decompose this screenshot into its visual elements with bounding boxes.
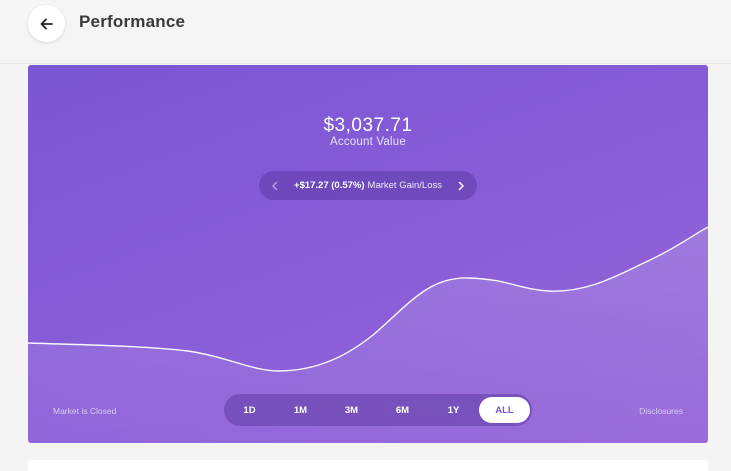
gain-label: Market Gain/Loss: [367, 180, 442, 191]
range-button-1d[interactable]: 1D: [224, 397, 275, 423]
market-status: Market is Closed: [53, 406, 117, 416]
range-button-3m[interactable]: 3M: [326, 397, 377, 423]
gain-amount: +$17.27 (0.57%): [294, 180, 365, 191]
arrow-left-icon: [40, 18, 53, 29]
header: Performance: [0, 0, 731, 64]
previous-button[interactable]: [263, 171, 287, 200]
range-button-6m[interactable]: 6M: [377, 397, 428, 423]
disclosures-link[interactable]: Disclosures: [639, 406, 683, 416]
range-button-1m[interactable]: 1M: [275, 397, 326, 423]
performance-card: $3,037.71 Account Value +$17.27 (0.57%) …: [28, 65, 708, 443]
account-value: $3,037.71: [323, 115, 413, 136]
range-button-1y[interactable]: 1Y: [428, 397, 479, 423]
next-button[interactable]: [449, 171, 473, 200]
account-value-label: Account Value: [330, 136, 406, 148]
next-section-card: [28, 460, 708, 471]
page-title: Performance: [79, 12, 186, 31]
market-gain-pill: +$17.27 (0.57%) Market Gain/Loss: [259, 171, 477, 200]
time-range-selector: 1D 1M 3M 6M 1Y ALL: [224, 394, 532, 426]
back-button[interactable]: [28, 5, 65, 42]
chevron-left-icon: [272, 181, 278, 190]
range-button-all[interactable]: ALL: [479, 397, 530, 423]
chevron-right-icon: [458, 181, 465, 190]
